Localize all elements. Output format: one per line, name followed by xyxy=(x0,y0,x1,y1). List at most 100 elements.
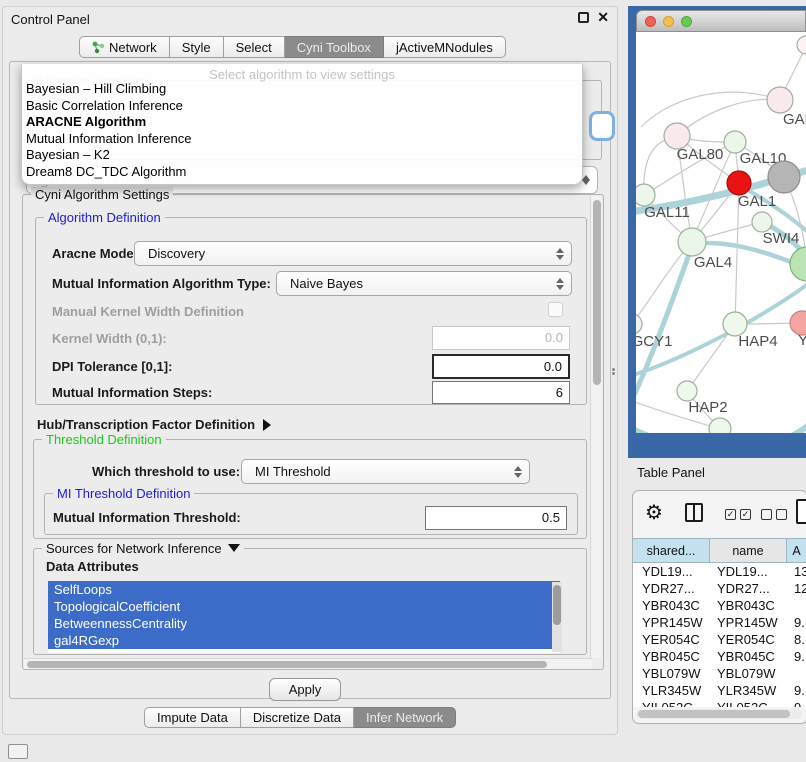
manual-kernel-width-checkbox[interactable] xyxy=(548,302,563,317)
tab-label: Impute Data xyxy=(157,710,228,725)
table-cell: YBR045C xyxy=(633,648,710,665)
settings-gear-icon[interactable]: ⚙ xyxy=(645,500,663,525)
network-node-gal11[interactable] xyxy=(636,184,655,206)
tab-label: Select xyxy=(236,40,272,55)
scrollbar-thumb[interactable] xyxy=(553,585,561,625)
tab-label: Style xyxy=(182,40,211,55)
export-table-icon[interactable] xyxy=(796,499,806,524)
select-all-icon[interactable]: ✓✓ xyxy=(725,509,751,520)
threshold-definition-group: Threshold Definition Which threshold to … xyxy=(33,439,587,539)
tab-label: Discretize Data xyxy=(253,710,341,725)
table-row[interactable]: YBL079WYBL079W xyxy=(633,665,806,682)
table-row[interactable]: YBR043CYBR043C xyxy=(633,597,806,614)
algorithm-option[interactable]: Dream8 DC_TDC Algorithm xyxy=(22,164,582,181)
scrollbar-thumb[interactable] xyxy=(638,710,790,718)
table-cell: YIL052C xyxy=(710,699,787,707)
column-header-shared[interactable]: shared... xyxy=(633,538,710,563)
deselect-all-icon[interactable] xyxy=(761,509,787,520)
algorithm-option[interactable]: Basic Correlation Inference xyxy=(22,98,582,115)
mi-steps-field[interactable]: 6 xyxy=(432,381,570,404)
algorithm-option[interactable]: Bayesian – K2 xyxy=(22,147,582,164)
kernel-width-field[interactable]: 0.0 xyxy=(432,326,570,350)
table-cell: YPR145W xyxy=(633,614,710,631)
sources-expander[interactable]: Sources for Network Inference xyxy=(42,541,244,556)
algorithm-option[interactable]: Bayesian – Hill Climbing xyxy=(22,81,582,98)
which-threshold-combo[interactable]: MI Threshold xyxy=(241,459,530,484)
attribute-item[interactable]: BetweennessCentrality xyxy=(48,615,560,632)
column-header-name[interactable]: name xyxy=(710,538,787,563)
network-node-gcy1[interactable] xyxy=(636,314,642,334)
tab-jactivemnodules[interactable]: jActiveMNodules xyxy=(384,36,506,58)
tab-impute-data[interactable]: Impute Data xyxy=(144,707,241,728)
hub-definition-expander[interactable]: Hub/Transcription Factor Definition xyxy=(37,417,271,432)
table-row[interactable]: YIL052CYIL052C9 xyxy=(633,699,806,707)
algorithm-combo-button[interactable] xyxy=(589,111,615,141)
table-row[interactable]: YER054CYER054C8. xyxy=(633,631,806,648)
attribute-item[interactable]: SelfLoops xyxy=(48,581,560,598)
tab-network[interactable]: Network xyxy=(79,36,170,58)
group-title: Algorithm Definition xyxy=(44,210,165,225)
attribute-item[interactable]: TopologicalCoefficient xyxy=(48,598,560,615)
mi-threshold-label: Mutual Information Threshold: xyxy=(53,510,241,525)
network-node-swi4[interactable] xyxy=(752,212,772,232)
network-node-gal4[interactable] xyxy=(678,228,706,256)
tab-label: jActiveMNodules xyxy=(396,40,493,55)
table-horizontal-scrollbar[interactable] xyxy=(636,709,802,719)
application-window: Control Panel ✕ Network Style Select xyxy=(0,0,806,762)
mi-threshold-field[interactable]: 0.5 xyxy=(425,506,567,530)
column-layout-icon[interactable] xyxy=(685,503,703,522)
table-row[interactable]: YBR045CYBR045C9. xyxy=(633,648,806,665)
dpi-tolerance-field[interactable]: 0.0 xyxy=(432,354,570,379)
data-attributes-list[interactable]: SelfLoopsTopologicalCoefficientBetweenne… xyxy=(48,581,560,653)
network-node-gal1[interactable] xyxy=(727,171,751,195)
splitter-grip[interactable] xyxy=(610,367,616,378)
tab-infer-network[interactable]: Infer Network xyxy=(354,707,456,728)
table-cell: YPR145W xyxy=(710,614,787,631)
mi-steps-label: Mutual Information Steps: xyxy=(52,385,212,400)
mi-algorithm-type-combo[interactable]: Naive Bayes xyxy=(276,271,572,296)
apply-button[interactable]: Apply xyxy=(269,678,341,701)
network-node[interactable] xyxy=(790,247,806,281)
network-desktop: GALGAL80GAL10GAL1GAL11SWI4GAL4GCY1HAP4YH… xyxy=(628,6,806,458)
settings-horizontal-scrollbar[interactable] xyxy=(24,658,592,669)
table-cell: 9. xyxy=(787,682,806,699)
table-row[interactable]: YPR145WYPR145W9. xyxy=(633,614,806,631)
network-window-titlebar[interactable] xyxy=(636,10,806,32)
table-cell: YER054C xyxy=(710,631,787,648)
aracne-mode-label: Aracne Mode: xyxy=(52,246,138,261)
table-cell: 8. xyxy=(787,631,806,648)
scrollbar-thumb[interactable] xyxy=(593,200,601,385)
table-row[interactable]: YDR27...YDR27...12 xyxy=(633,580,806,597)
attribute-item[interactable]: gal4RGexp xyxy=(48,632,560,649)
manual-kernel-width-label: Manual Kernel Width Definition xyxy=(52,304,244,319)
tab-select[interactable]: Select xyxy=(224,36,285,58)
table-cell: YBR045C xyxy=(710,648,787,665)
algorithm-option[interactable]: Mutual Information Inference xyxy=(22,131,582,148)
close-button[interactable] xyxy=(645,16,656,27)
minimize-button[interactable] xyxy=(663,16,674,27)
network-node[interactable] xyxy=(797,36,806,54)
network-node[interactable] xyxy=(768,161,800,193)
network-node-gal[interactable] xyxy=(767,87,793,113)
algorithm-option-highlighted[interactable]: ARACNE Algorithm xyxy=(22,114,582,131)
table-cell: YER054C xyxy=(633,631,710,648)
table-row[interactable]: YDL19...YDL19...13 xyxy=(633,563,806,580)
aracne-mode-combo[interactable]: Discovery xyxy=(134,241,572,266)
table-cell: YDR27... xyxy=(710,580,787,597)
list-vertical-scrollbar[interactable] xyxy=(552,582,562,652)
table-row[interactable]: YLR345WYLR345W9. xyxy=(633,682,806,699)
popup-placeholder: Select algorithm to view settings xyxy=(22,64,582,81)
tab-cyni-toolbox[interactable]: Cyni Toolbox xyxy=(285,36,384,58)
minimized-panel-icon[interactable] xyxy=(8,744,28,759)
tab-label: Cyni Toolbox xyxy=(297,40,371,55)
close-icon[interactable]: ✕ xyxy=(597,9,609,26)
network-node-hap2[interactable] xyxy=(677,381,697,401)
tab-style[interactable]: Style xyxy=(170,36,224,58)
settings-vertical-scrollbar[interactable] xyxy=(590,196,602,658)
column-header-partial[interactable]: A xyxy=(787,538,806,563)
zoom-button[interactable] xyxy=(681,16,692,27)
float-icon[interactable] xyxy=(578,12,589,23)
tab-discretize-data[interactable]: Discretize Data xyxy=(241,707,354,728)
scrollbar-thumb[interactable] xyxy=(27,661,547,668)
network-view[interactable]: GALGAL80GAL10GAL1GAL11SWI4GAL4GCY1HAP4YH… xyxy=(636,32,806,433)
